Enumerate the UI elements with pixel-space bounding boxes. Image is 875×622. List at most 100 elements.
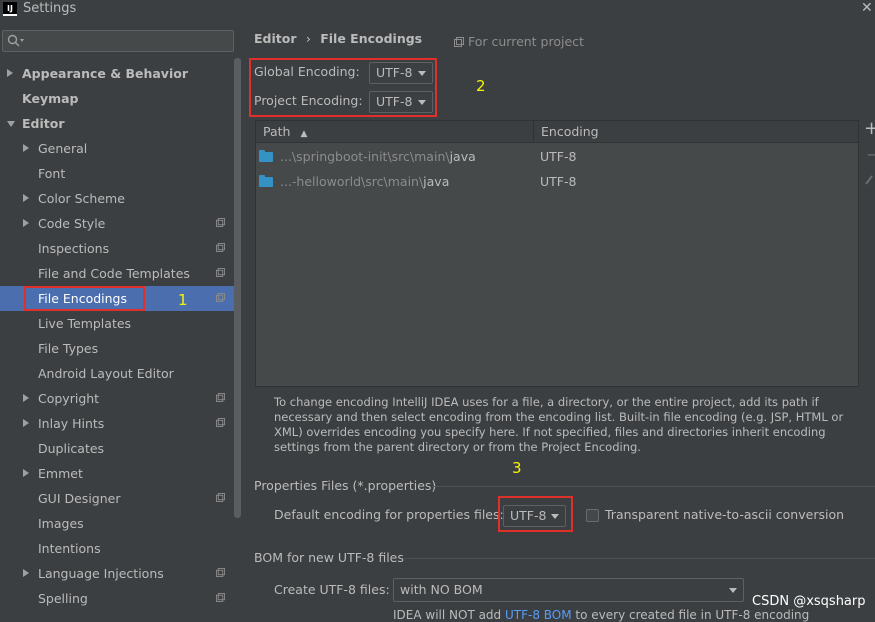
chevron-right-icon[interactable] xyxy=(23,394,29,402)
intellij-app-icon: IJ xyxy=(3,2,17,16)
chevron-right-icon[interactable] xyxy=(23,194,29,202)
sidebar-item-label: Keymap xyxy=(22,91,79,106)
sidebar-item-file-types[interactable]: File Types xyxy=(0,336,234,361)
edit-path-icon[interactable] xyxy=(864,174,874,189)
sidebar-item-label: Code Style xyxy=(38,216,106,231)
sidebar-item-label: Live Templates xyxy=(38,316,132,331)
folder-icon xyxy=(259,175,273,187)
annotation-box-3 xyxy=(498,496,573,532)
sidebar-item-code-style[interactable]: Code Style xyxy=(0,211,234,236)
chevron-right-icon[interactable] xyxy=(23,569,29,577)
sidebar-item-label: Inlay Hints xyxy=(38,416,105,431)
sidebar-item-language-injections[interactable]: Language Injections xyxy=(0,561,234,586)
encoding-column-header[interactable]: Encoding xyxy=(534,121,858,143)
sidebar-item-android-layout-editor[interactable]: Android Layout Editor xyxy=(0,361,234,386)
bom-section-title: BOM for new UTF-8 files xyxy=(254,550,404,565)
annotation-number-1: 1 xyxy=(178,291,188,309)
project-scope-icon xyxy=(216,418,225,427)
project-scope-icon xyxy=(216,393,225,402)
sidebar-item-color-scheme[interactable]: Color Scheme xyxy=(0,186,234,211)
sidebar-item-label: General xyxy=(38,141,88,156)
annotation-box-1 xyxy=(24,286,145,311)
bom-divider xyxy=(404,558,875,559)
project-scope-icon xyxy=(216,268,225,277)
sidebar-item-label: Spelling xyxy=(38,591,88,606)
sidebar-item-keymap[interactable]: Keymap xyxy=(0,86,234,111)
settings-search-input[interactable] xyxy=(2,30,234,52)
remove-path-icon[interactable]: − xyxy=(866,145,875,164)
sidebar-item-live-templates[interactable]: Live Templates xyxy=(0,311,234,336)
sidebar-item-label: Language Injections xyxy=(38,566,164,581)
close-icon[interactable]: ✕ xyxy=(861,0,873,16)
sidebar-item-duplicates[interactable]: Duplicates xyxy=(0,436,234,461)
table-row[interactable]: ...\springboot-init\src\main\java UTF-8 xyxy=(256,144,858,169)
sidebar-item-label: Appearance & Behavior xyxy=(22,66,188,81)
project-scope-icon xyxy=(216,293,225,302)
transparent-ascii-label: Transparent native-to-ascii conversion xyxy=(605,507,845,522)
row-path-last: java xyxy=(423,174,450,189)
properties-divider xyxy=(432,486,875,487)
sidebar-item-label: Images xyxy=(38,516,84,531)
sidebar-item-inlay-hints[interactable]: Inlay Hints xyxy=(0,411,234,436)
properties-section-title: Properties Files (*.properties) xyxy=(254,478,437,493)
project-scope-icon xyxy=(216,593,225,602)
path-column-label: Path xyxy=(263,124,291,139)
chevron-down-icon[interactable] xyxy=(7,121,15,127)
sidebar-item-general[interactable]: General xyxy=(0,136,234,161)
folder-icon xyxy=(259,150,273,162)
create-utf8-select[interactable]: with NO BOM xyxy=(393,578,744,602)
annotation-number-3: 3 xyxy=(512,459,522,477)
properties-default-label: Default encoding for properties files: xyxy=(274,507,504,522)
create-utf8-value: with NO BOM xyxy=(400,582,483,597)
chevron-down-icon xyxy=(729,588,737,593)
for-current-project-label: For current project xyxy=(467,34,584,49)
breadcrumb-current: File Encodings xyxy=(320,31,423,46)
table-row[interactable]: ...-helloworld\src\main\java UTF-8 xyxy=(256,169,858,194)
project-scope-icon xyxy=(454,37,464,47)
window-title: Settings xyxy=(23,1,77,16)
breadcrumb-parent[interactable]: Editor xyxy=(254,31,297,46)
sidebar-item-gui-designer[interactable]: GUI Designer xyxy=(0,486,234,511)
breadcrumb-separator: › xyxy=(305,31,311,46)
sidebar-item-inspections[interactable]: Inspections xyxy=(0,236,234,261)
sidebar-item-editor[interactable]: Editor xyxy=(0,111,234,136)
sidebar-item-images[interactable]: Images xyxy=(0,511,234,536)
sidebar-item-font[interactable]: Font xyxy=(0,161,234,186)
sidebar-item-label: Color Scheme xyxy=(38,191,125,206)
path-column-header[interactable]: Path ▲ xyxy=(256,121,534,143)
sidebar-item-label: Editor xyxy=(22,116,65,131)
sidebar-item-label: Font xyxy=(38,166,66,181)
row-path-prefix: ...\springboot-init\src\main\ xyxy=(280,149,450,164)
create-utf8-label: Create UTF-8 files: xyxy=(274,582,390,597)
chevron-right-icon[interactable] xyxy=(23,219,29,227)
file-encodings-table: Path ▲ Encoding ...\springboot-init\src\… xyxy=(255,120,859,387)
sidebar-item-label: File Types xyxy=(38,341,99,356)
sidebar-item-copyright[interactable]: Copyright xyxy=(0,386,234,411)
chevron-right-icon[interactable] xyxy=(7,69,13,77)
chevron-right-icon[interactable] xyxy=(23,144,29,152)
chevron-right-icon[interactable] xyxy=(23,469,29,477)
sidebar-item-label: Intentions xyxy=(38,541,101,556)
project-scope-icon xyxy=(216,243,225,252)
title-bar xyxy=(0,0,875,20)
sidebar-scrollbar[interactable] xyxy=(234,58,241,518)
sidebar-item-label: Inspections xyxy=(38,241,110,256)
row-encoding[interactable]: UTF-8 xyxy=(540,169,576,194)
transparent-ascii-checkbox[interactable] xyxy=(586,509,599,522)
sort-ascending-icon: ▲ xyxy=(300,129,308,139)
sidebar-item-appearance-behavior[interactable]: Appearance & Behavior xyxy=(0,61,234,86)
chevron-right-icon[interactable] xyxy=(23,419,29,427)
sidebar-item-emmet[interactable]: Emmet xyxy=(0,461,234,486)
row-encoding[interactable]: UTF-8 xyxy=(540,144,576,169)
breadcrumb: Editor › File Encodings xyxy=(254,31,422,46)
row-path-last: java xyxy=(449,149,476,164)
sidebar-item-spelling[interactable]: Spelling xyxy=(0,586,234,611)
csdn-watermark: CSDN @xsqsharp xyxy=(752,594,866,609)
sidebar-item-intentions[interactable]: Intentions xyxy=(0,536,234,561)
encoding-column-label: Encoding xyxy=(541,124,599,139)
sidebar-item-label: Emmet xyxy=(38,466,83,481)
add-path-icon[interactable]: + xyxy=(864,118,875,139)
sidebar-item-file-and-code-templates[interactable]: File and Code Templates xyxy=(0,261,234,286)
project-scope-icon xyxy=(216,218,225,227)
sidebar-item-label: Android Layout Editor xyxy=(38,366,174,381)
